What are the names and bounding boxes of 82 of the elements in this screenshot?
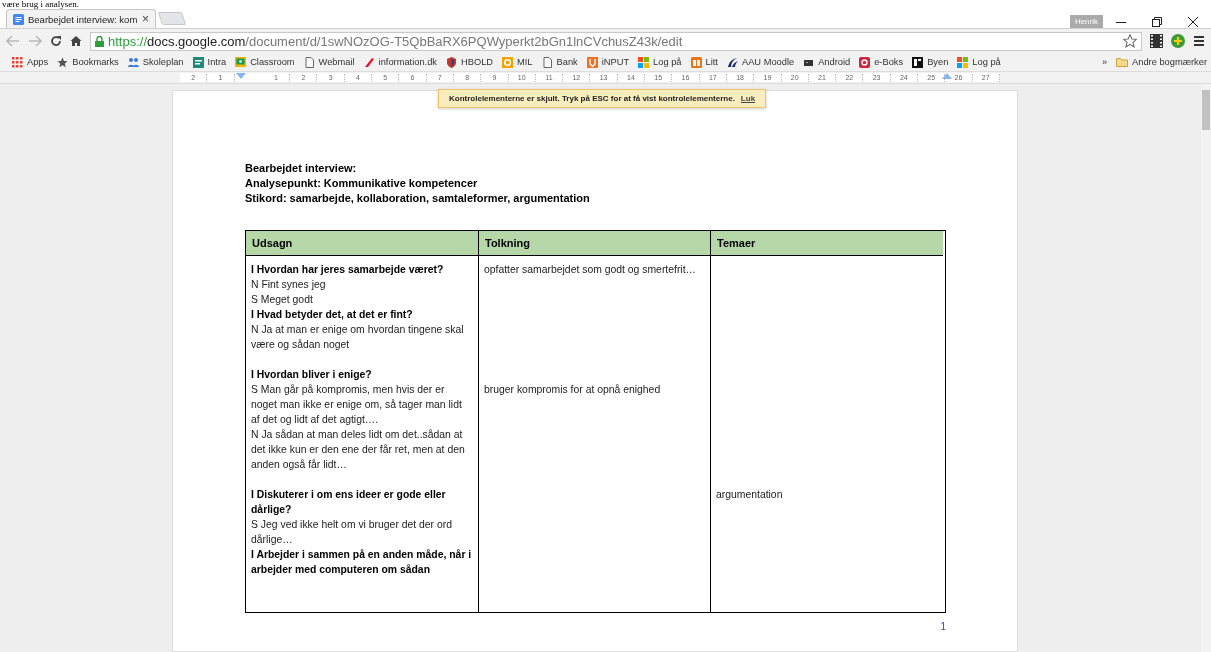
folder-icon	[1116, 57, 1129, 67]
hand-icon	[586, 56, 598, 68]
answer-text: N Ja at man er enige om hvordan tingene skal være og sådan noget	[251, 323, 465, 352]
page-icon	[303, 56, 315, 68]
board-icon	[235, 56, 247, 68]
new-tab-button[interactable]	[157, 12, 187, 25]
bookmark-link[interactable]: Webmail	[303, 56, 355, 68]
reload-icon[interactable]	[50, 35, 62, 47]
people-icon	[127, 56, 139, 68]
answer-text: S Man går på kompromis, men hvis der er noget man ikke er enige om, så tager man lidt af det og lidt af det agtigt….	[251, 383, 463, 427]
interpretation-text: opfatter samarbejdet som godt og smertefrit…	[484, 264, 696, 275]
interpretation-text: bruger kompromis for at opnå enighed	[484, 384, 661, 395]
answer-text: N Ja sådan at man deles lidt om det..sådan at det ikke kun er den ene der får ret, men at den anden også får lidt…	[251, 428, 466, 472]
caption-text: være brug i analysen.	[1, 0, 79, 9]
tab-title: Bearbejdet interview: kom	[28, 13, 138, 25]
bookmark-link[interactable]: Log på	[957, 56, 1001, 68]
heading-line: Analysepunkt: Kommunikative kompetencer	[245, 176, 479, 191]
back-icon[interactable]	[6, 35, 20, 47]
apps-grid-icon	[12, 56, 23, 68]
page-number: 1	[940, 621, 946, 632]
url-text: https://docs.google.com/document/d/1swNOzOG-T5QbBaRX6PQWyperkt2bGn1lnCVchusZ43k/edit	[108, 33, 683, 49]
e-box-icon	[859, 56, 871, 68]
restore-icon	[1152, 17, 1162, 27]
menu-icon[interactable]	[1193, 35, 1205, 47]
windows-icon	[957, 56, 969, 68]
office-icon	[502, 56, 514, 68]
document-icon	[13, 13, 24, 25]
bookmark-link[interactable]: Bookmarks	[57, 56, 119, 68]
bookmark-link[interactable]: e-Boks	[859, 56, 904, 68]
question-text: I Hvad betyder det, at det er fint?	[251, 308, 414, 322]
wave-icon	[726, 56, 738, 68]
film-icon[interactable]	[1150, 34, 1163, 48]
bookmark-link[interactable]: Android	[803, 56, 851, 68]
page-icon	[541, 56, 553, 68]
question-text: I Arbejder i sammen på en anden måde, når i arbejder med computeren om sådan	[251, 548, 473, 577]
answer-text: S Meget godt	[251, 293, 314, 307]
bookmark-link[interactable]: AAU Moodle	[726, 56, 795, 68]
scroll-thumb[interactable]	[1202, 90, 1210, 130]
windows-icon	[638, 56, 650, 68]
close-icon	[1188, 17, 1198, 27]
theme-text: argumentation	[716, 489, 783, 500]
lock-icon	[95, 35, 104, 47]
block-icon	[912, 56, 924, 68]
address-bar[interactable]: https://docs.google.com/document/d/1swNOzOG-T5QbBaRX6PQWyperkt2bGn1lnCVchusZ43k/edit	[90, 31, 1142, 51]
notice-text: Kontrolelementerne er skjult. Tryk på ESC for at få vist kontrolelementerne.	[449, 94, 735, 103]
plus-icon[interactable]	[1171, 34, 1185, 48]
star-icon[interactable]	[1123, 34, 1137, 48]
browser-tab[interactable]: Bearbejdet interview: kom ×	[6, 9, 156, 28]
bookmark-link[interactable]: Classroom	[235, 56, 295, 68]
bookmark-link[interactable]: Intra	[192, 56, 227, 68]
forward-icon[interactable]	[28, 35, 42, 47]
star-icon	[57, 56, 69, 68]
bookmark-link[interactable]: Log på	[638, 56, 682, 68]
column-header: Tolkning	[479, 231, 711, 256]
pen-icon	[363, 56, 375, 68]
answer-text: S Jeg ved ikke helt om vi bruger det der ord dårlige…	[251, 518, 453, 547]
bookmark-link[interactable]: HBOLD	[446, 56, 494, 68]
heading-line: Bearbejdet interview:	[245, 161, 358, 176]
bookmark-link[interactable]: Bank	[541, 56, 578, 68]
bookmark-link[interactable]: Byen	[912, 56, 949, 68]
bookmark-link[interactable]: Litt	[690, 56, 718, 68]
tab-close-button[interactable]: ×	[142, 12, 149, 26]
column-header: Udsagn	[246, 231, 479, 256]
question-text: I Hvordan bliver i enige?	[251, 368, 373, 382]
bookmark-link[interactable]: Skoleplan	[127, 56, 184, 68]
book-icon	[690, 56, 702, 68]
scrollbar[interactable]	[1201, 84, 1211, 652]
bookmark-link[interactable]: MIL	[502, 56, 533, 68]
bookmark-link[interactable]: iNPUT	[586, 56, 630, 68]
question-text: I Hvordan har jeres samarbejde været?	[251, 263, 445, 277]
home-icon[interactable]	[70, 35, 82, 47]
tile-icon	[192, 56, 204, 68]
answer-text: N Fint synes jeg	[251, 278, 327, 292]
other-bookmarks-folder[interactable]: Andre bogmærker	[1116, 57, 1207, 67]
close-link[interactable]: Luk	[740, 94, 756, 103]
bookmark-link[interactable]: Apps	[12, 56, 49, 68]
heading-line: Stikord: samarbejde, kollaboration, samtaleformer, argumentation	[245, 191, 591, 206]
bookmark-link[interactable]: information.dk	[363, 56, 437, 68]
question-text: I Diskuterer i om ens ideer er gode eller dårlige?	[251, 488, 447, 517]
more-bookmarks-button[interactable]: »	[1101, 57, 1108, 67]
column-header: Temaer	[711, 231, 943, 256]
shield-icon	[446, 56, 457, 68]
